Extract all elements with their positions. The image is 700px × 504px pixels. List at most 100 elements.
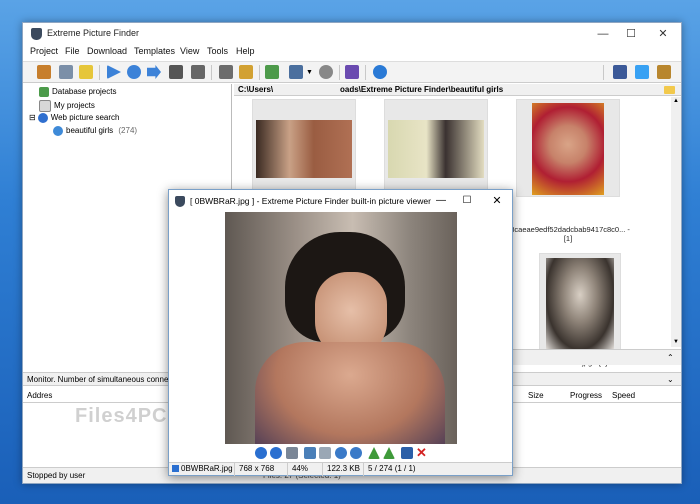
viewer-status-bar: 0BWBRaR.jpg 768 x 768 44% 122.3 KB 5 / 2… [169, 462, 512, 476]
previous-icon[interactable] [255, 447, 267, 459]
viewer-minimize-button[interactable]: — [431, 190, 451, 212]
viewer-image[interactable] [225, 212, 457, 444]
path-left: C:\Users\ [238, 85, 274, 94]
viewer-title-bar: [ 0BWBRaR.jpg ] - Extreme Picture Finder… [169, 190, 512, 212]
column-address[interactable]: Addres [27, 389, 52, 403]
column-speed[interactable]: Speed [612, 389, 635, 403]
tree-item-my-projects[interactable]: My projects [39, 100, 95, 112]
tree-item-label: Web picture search [50, 113, 120, 123]
menu-tools[interactable]: Tools [207, 46, 228, 56]
thumbnail-image [256, 120, 352, 178]
viewer-status-file: 0BWBRaR.jpg [169, 463, 235, 476]
scroll-up-icon[interactable]: ▲ [672, 98, 680, 106]
rotate-right-icon[interactable] [383, 447, 395, 459]
viewer-status-position: 5 / 274 (1 / 1) [368, 464, 416, 473]
collapse-icon[interactable]: ⊟ [29, 113, 36, 122]
chevron-up-icon[interactable]: ⌃ [667, 353, 674, 362]
viewer-maximize-button[interactable]: ☐ [457, 190, 477, 212]
fit-icon[interactable] [304, 447, 316, 459]
menu-help[interactable]: Help [236, 46, 255, 56]
save-icon[interactable] [401, 447, 413, 459]
next-icon[interactable] [147, 65, 161, 79]
toolbar-separator [211, 65, 212, 80]
toolbar-separator [99, 65, 100, 80]
thumbnail-item[interactable] [384, 99, 488, 191]
tree-item-database-projects[interactable]: Database projects [39, 87, 116, 99]
help-icon[interactable] [373, 65, 387, 79]
zoom-out-icon[interactable] [350, 447, 362, 459]
menu-bar: Project File Download Templates View Too… [23, 45, 681, 60]
gear-icon[interactable] [127, 65, 141, 79]
vertical-scrollbar[interactable]: ▲ ▼ [671, 97, 681, 347]
menu-view[interactable]: View [180, 46, 199, 56]
monitor-icon[interactable] [286, 447, 298, 459]
thumbnail-item[interactable] [252, 99, 356, 191]
viewer-status-dims: 768 x 768 [236, 463, 288, 476]
menu-templates[interactable]: Templates [134, 46, 175, 56]
chevron-down-icon[interactable]: ⌄ [667, 373, 674, 386]
delete-icon[interactable]: ✕ [416, 445, 427, 461]
column-progress[interactable]: Progress [570, 389, 602, 403]
minimize-button[interactable]: — [589, 23, 617, 45]
tree-item-web-picture-search[interactable]: ⊟ Web picture search [29, 113, 119, 125]
facebook-icon[interactable] [613, 65, 627, 79]
viewer-close-button[interactable]: ✕ [487, 190, 507, 212]
monitor-text: Monitor. Number of simultaneous connecti… [27, 375, 181, 384]
toolbar: ▼ [23, 61, 681, 83]
menu-project[interactable]: Project [30, 46, 58, 56]
viewer-file-name: 0BWBRaR.jpg [181, 464, 233, 473]
thumbnail-image [532, 103, 604, 195]
status-text: Stopped by user [27, 471, 86, 480]
settings-icon[interactable] [319, 65, 333, 79]
tree-item-count: (274) [118, 126, 138, 136]
folder-icon[interactable] [664, 86, 675, 94]
start-icon[interactable] [107, 65, 121, 79]
close-button[interactable]: ✕ [649, 23, 677, 45]
picture-viewer-icon[interactable] [345, 65, 359, 79]
image-icon [172, 465, 179, 473]
rotate-left-icon[interactable] [368, 447, 380, 459]
app-shield-icon [175, 196, 185, 207]
menu-download[interactable]: Download [87, 46, 127, 56]
edit-icon[interactable] [37, 65, 51, 79]
next-icon[interactable] [270, 447, 282, 459]
database-icon[interactable] [191, 65, 205, 79]
thumbnail-item[interactable] [516, 99, 620, 197]
viewer-status-size: 122.3 KB [324, 463, 364, 476]
filter-icon[interactable] [219, 65, 233, 79]
image-body [255, 342, 445, 444]
database-icon [39, 87, 49, 97]
twitter-icon[interactable] [635, 65, 649, 79]
path-right: oads\Extreme Picture Finder\beautiful gi… [340, 85, 504, 94]
zoom-in-icon[interactable] [335, 447, 347, 459]
scroll-down-icon[interactable]: ▼ [672, 339, 680, 347]
thumbnail-item[interactable] [539, 253, 621, 357]
window-title: Extreme Picture Finder [47, 28, 140, 38]
app-shield-icon [31, 28, 42, 40]
toolbar-separator [365, 65, 366, 80]
column-size[interactable]: Size [528, 389, 544, 403]
viewer-toolbar: ✕ [169, 444, 512, 462]
maximize-button[interactable]: ☐ [617, 23, 645, 45]
menu-file[interactable]: File [65, 46, 80, 56]
thumbnail-image [388, 120, 484, 178]
path-bar: C:\Users\ oads\Extreme Picture Finder\be… [234, 84, 681, 96]
tree-item-beautiful-girls[interactable]: beautiful girls (274) [53, 126, 137, 138]
viewer-title: [ 0BWBRaR.jpg ] - Extreme Picture Finder… [190, 196, 431, 206]
chevron-down-icon[interactable]: ▼ [306, 69, 313, 76]
globe-icon [37, 113, 48, 123]
view-icon[interactable] [289, 65, 303, 79]
toolbar-separator [603, 65, 604, 80]
picture-viewer-window: [ 0BWBRaR.jpg ] - Extreme Picture Finder… [168, 189, 513, 476]
thumbnail-image [546, 258, 614, 350]
search-icon [53, 126, 63, 136]
shield-icon[interactable] [239, 65, 253, 79]
globe-icon[interactable] [265, 65, 279, 79]
tools-icon[interactable] [59, 65, 73, 79]
stop-icon[interactable] [169, 65, 183, 79]
move-icon[interactable] [319, 447, 331, 459]
share-icon[interactable] [657, 65, 671, 79]
comment-icon[interactable] [79, 65, 93, 79]
tree-item-label: beautiful girls [66, 126, 114, 136]
tree-item-label: My projects [54, 101, 95, 111]
